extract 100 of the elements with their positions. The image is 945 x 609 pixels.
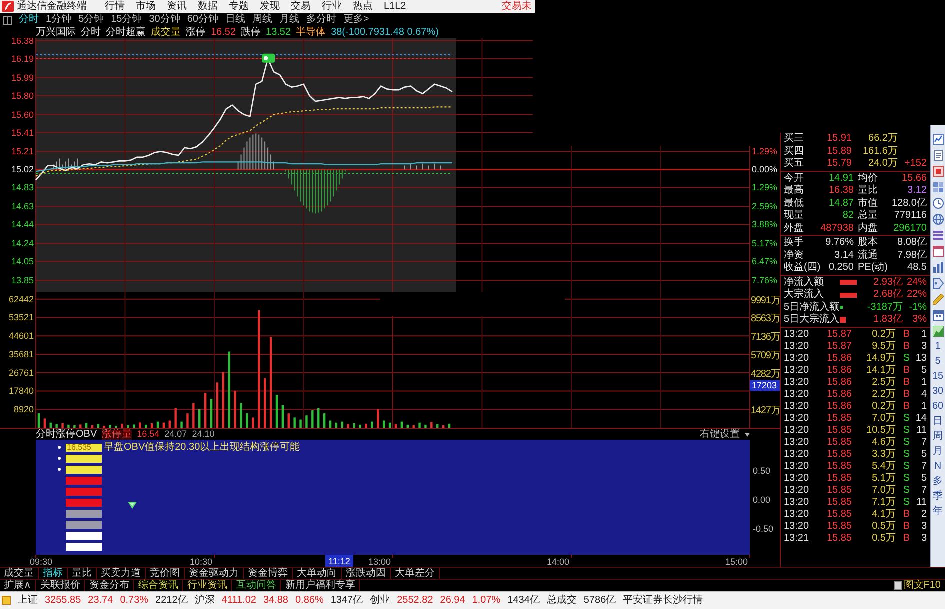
globe-icon[interactable] — [932, 214, 944, 224]
trade-count: 13 — [916, 354, 927, 364]
grid-icon[interactable] — [932, 182, 944, 192]
trade-price: 15.86 — [826, 366, 852, 376]
list-icon[interactable] — [932, 230, 944, 240]
bid-volume: 161.6万 — [862, 146, 898, 157]
quote-value: 0.250 — [828, 263, 854, 274]
period-tab[interactable]: 周线 — [252, 15, 272, 25]
period-tab[interactable]: 5分钟 — [78, 15, 104, 25]
toolbar-period-button[interactable]: 周 — [933, 429, 943, 444]
bottom-tab[interactable]: 量比 — [68, 568, 97, 579]
menu-item[interactable]: 专题 — [229, 2, 249, 12]
bottom-tab[interactable]: 资金驱动力 — [185, 568, 244, 579]
bottom-tab[interactable]: 涨跌动因 — [342, 568, 391, 579]
menu-item[interactable]: 行情 — [105, 2, 125, 12]
volume-bar — [50, 422, 52, 428]
quote-label: 市值 — [858, 198, 878, 209]
toolbar-period-button[interactable]: 1 — [935, 339, 941, 354]
toolbar-period-button[interactable]: 5 — [935, 354, 941, 369]
volume-bar — [139, 422, 142, 428]
trade-count: 1 — [921, 402, 927, 412]
trade-volume: 5.1万 — [872, 474, 896, 484]
trade-side: S — [903, 486, 910, 496]
toolbar-period-button[interactable]: 60 — [932, 399, 944, 414]
menu-item[interactable]: L1L2 — [384, 2, 406, 12]
menu-item[interactable]: 热点 — [353, 2, 373, 12]
price-axis-label: 15.80 — [11, 90, 34, 101]
trade-time: 13:20 — [784, 342, 810, 352]
menu-item[interactable]: 资讯 — [167, 2, 187, 12]
area-chart-icon[interactable] — [932, 326, 944, 336]
period-tab[interactable]: 1分钟 — [46, 15, 72, 25]
volume-bar — [74, 426, 76, 428]
clock-icon[interactable] — [932, 198, 944, 208]
period-tab[interactable]: 60分钟 — [187, 15, 218, 25]
volume-bar — [294, 418, 296, 428]
menu-item[interactable]: 行业 — [322, 2, 342, 12]
quote-value: 296170 — [894, 224, 927, 234]
index-name: 沪深 — [194, 596, 215, 606]
trade-price: 15.85 — [826, 426, 852, 436]
period-tab[interactable]: 更多> — [344, 15, 370, 25]
menu-item[interactable]: 市场 — [136, 2, 156, 12]
period-tab[interactable]: 30分钟 — [149, 15, 180, 25]
bottom-tab[interactable]: 大单动向 — [293, 568, 342, 579]
bar-chart-icon[interactable] — [932, 262, 944, 272]
settings-link[interactable]: 右键设置 — [700, 430, 740, 440]
time-axis-label: 13:00 — [368, 557, 391, 567]
trade-volume: 2.2万 — [872, 390, 896, 400]
menu-item[interactable]: 数据 — [198, 2, 218, 12]
volume-bar — [144, 424, 148, 428]
quote-label: 股本 — [858, 238, 878, 248]
trade-count: 1 — [921, 378, 927, 388]
index-change: 26.94 — [440, 596, 466, 606]
period-tab[interactable]: 日线 — [226, 15, 246, 25]
volume-bar — [198, 409, 201, 428]
amount-axis-label: 8563万 — [751, 314, 780, 325]
volume-bar — [394, 424, 398, 428]
line-chart-icon[interactable] — [932, 134, 944, 144]
toolbar-period-button[interactable]: 多 — [933, 474, 943, 489]
calendar-icon[interactable] — [932, 310, 944, 320]
pencil-icon[interactable] — [932, 294, 944, 304]
tile-icon[interactable] — [932, 166, 944, 176]
menu-item[interactable]: 交易 — [291, 2, 311, 12]
period-tab[interactable]: 月线 — [280, 15, 300, 25]
toolbar-period-button[interactable]: 日 — [933, 414, 943, 429]
trade-status[interactable]: 交易未 — [502, 2, 532, 12]
trade-count: 3 — [921, 534, 927, 544]
bottom-tab[interactable]: 竞价图 — [146, 568, 185, 579]
bottom-tab[interactable]: 大单差分 — [391, 568, 440, 579]
toolbar-period-button[interactable]: N — [934, 459, 942, 474]
layout-icon[interactable] — [3, 16, 12, 24]
price-axis-label: 15.21 — [11, 146, 34, 157]
trade-side: S — [903, 450, 910, 460]
trade-time: 13:20 — [784, 402, 810, 412]
indicator-histogram-drawing — [404, 163, 442, 170]
bottom-tab[interactable]: 资金博弈 — [244, 568, 293, 579]
bottom-tab[interactable]: 指标 — [39, 568, 68, 579]
period-tab[interactable]: 15分钟 — [111, 15, 142, 25]
toolbar-period-button[interactable]: 30 — [932, 384, 944, 399]
volume-bar — [448, 424, 451, 428]
volume-bar — [162, 422, 166, 428]
trade-price: 15.85 — [826, 462, 852, 472]
indicator-histogram-drawing — [238, 133, 274, 170]
toolbar-period-button[interactable]: 月 — [933, 444, 943, 459]
trade-price: 15.85 — [826, 438, 852, 448]
document-icon[interactable] — [894, 581, 902, 590]
trade-count: 1 — [921, 330, 927, 340]
volume-axis-label: 62442 — [8, 294, 34, 304]
bottom-tab[interactable]: 成交量 — [0, 568, 39, 579]
cursor-value-label: 17203 — [750, 380, 780, 392]
period-tab[interactable]: 多分时 — [306, 15, 336, 25]
bottom-tab[interactable]: 买卖力道 — [97, 568, 146, 579]
toolbar-period-button[interactable]: 季 — [933, 489, 943, 504]
toolbar-period-button[interactable]: 年 — [933, 504, 943, 519]
period-tab[interactable]: 分时 — [19, 15, 39, 25]
menu-item[interactable]: 发现 — [260, 2, 280, 12]
tag-icon[interactable] — [932, 278, 944, 288]
caret-icon[interactable] — [745, 432, 750, 436]
f10-link[interactable]: 图文F10 — [904, 580, 941, 590]
toolbar-period-button[interactable]: 15 — [932, 369, 944, 384]
window-icon[interactable] — [932, 246, 944, 256]
